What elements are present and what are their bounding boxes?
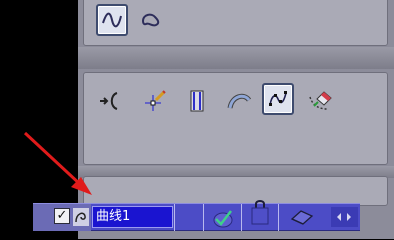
red-pointer-arrow-icon <box>23 131 92 195</box>
